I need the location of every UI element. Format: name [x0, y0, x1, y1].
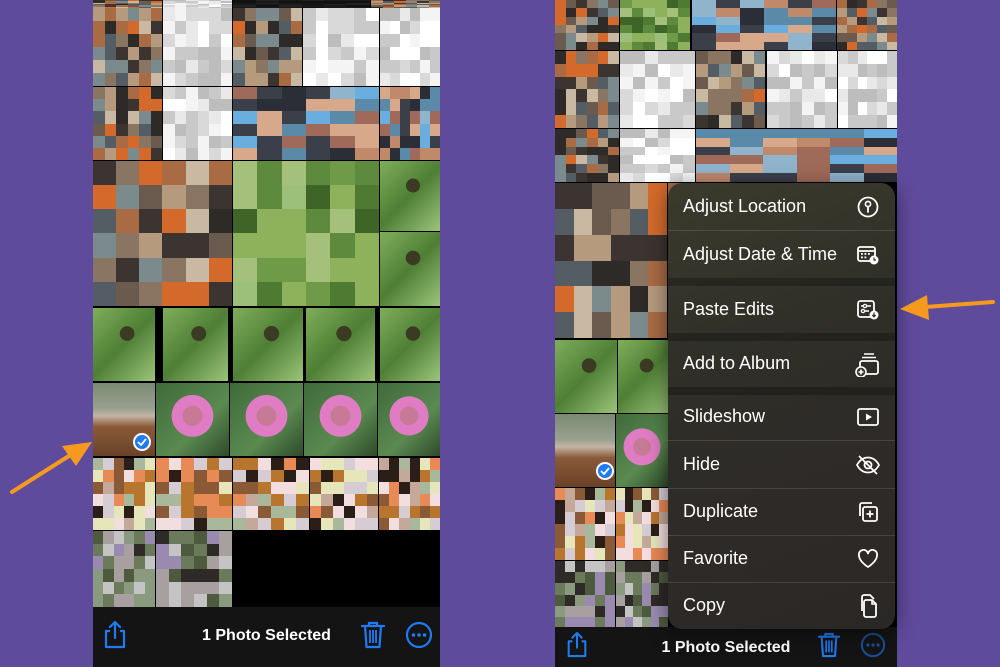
eye-slash-icon — [855, 452, 881, 478]
photo-thumbnail[interactable] — [555, 488, 615, 560]
photo-thumbnail[interactable] — [555, 51, 619, 128]
photo-thumbnail[interactable] — [93, 8, 162, 86]
photo-thumbnail[interactable] — [555, 0, 619, 50]
menu-section-separator — [668, 278, 895, 286]
photo-thumbnail[interactable] — [304, 383, 377, 456]
duplicate-icon — [855, 499, 881, 525]
photo-thumbnail[interactable] — [380, 161, 440, 231]
menu-item-label: Favorite — [683, 548, 749, 568]
selection-toolbar: 1 Photo Selected — [555, 627, 897, 667]
photo-thumbnail[interactable] — [696, 129, 897, 182]
photo-thumbnail[interactable] — [378, 383, 440, 456]
photo-thumbnail[interactable] — [767, 51, 837, 128]
photo-thumbnail[interactable] — [692, 0, 836, 50]
calendar-clock-icon — [855, 242, 881, 268]
menu-item-copy[interactable]: Copy — [668, 582, 895, 629]
photo-thumbnail[interactable] — [163, 87, 232, 160]
menu-item-label: Add to Album — [683, 353, 791, 373]
delete-button[interactable] — [357, 619, 389, 651]
menu-item-slideshow[interactable]: Slideshow — [668, 393, 895, 440]
menu-item-hide[interactable]: Hide — [668, 441, 895, 488]
add-to-album-icon — [855, 351, 881, 377]
photo-thumbnail[interactable] — [303, 8, 379, 86]
copy-icon — [855, 593, 881, 619]
annotation-arrow-selected-photo — [10, 442, 92, 494]
photo-thumbnail[interactable] — [555, 183, 667, 338]
photo-thumbnail[interactable] — [555, 129, 619, 182]
photo-thumbnail[interactable] — [233, 308, 303, 381]
photo-thumbnail[interactable] — [163, 8, 232, 86]
menu-item-label: Slideshow — [683, 406, 766, 426]
more-button[interactable] — [857, 629, 889, 661]
photo-thumbnail[interactable] — [616, 561, 668, 628]
photo-thumbnail[interactable] — [93, 87, 162, 160]
menu-item-label: Duplicate — [683, 501, 759, 521]
paste-edits-icon — [855, 297, 881, 323]
photo-thumbnail[interactable] — [156, 458, 232, 530]
photo-thumbnail[interactable] — [555, 340, 617, 413]
photo-thumbnail[interactable] — [93, 161, 232, 306]
photo-thumbnail[interactable] — [380, 232, 440, 306]
photo-thumbnail[interactable] — [233, 8, 302, 86]
photo-thumbnail[interactable] — [380, 87, 440, 160]
photo-thumbnail[interactable] — [696, 51, 765, 128]
photo-thumbnail[interactable] — [306, 308, 375, 381]
photo-thumbnail[interactable] — [618, 340, 670, 413]
menu-item-duplicate[interactable]: Duplicate — [668, 488, 895, 535]
menu-item-adjust-location[interactable]: Adjust Location — [668, 183, 895, 230]
photo-thumbnail[interactable] — [310, 458, 378, 530]
selected-checkmark-icon — [596, 462, 614, 480]
selection-count-title: 1 Photo Selected — [661, 639, 791, 656]
menu-item-label: Paste Edits — [683, 299, 775, 319]
left-phone-screen: 1 Photo Selected — [93, 0, 440, 667]
photo-thumbnail[interactable] — [555, 561, 615, 628]
photo-thumbnail[interactable] — [380, 8, 440, 86]
photo-thumbnail[interactable] — [93, 308, 155, 381]
menu-item-favorite[interactable]: Favorite — [668, 535, 895, 582]
photo-thumbnail[interactable] — [620, 0, 690, 50]
more-button[interactable] — [403, 619, 435, 651]
photo-thumbnail[interactable] — [93, 458, 155, 530]
delete-button[interactable] — [813, 629, 845, 661]
ellipsis-circle-icon — [860, 632, 886, 658]
selection-toolbar: 1 Photo Selected — [93, 607, 440, 667]
menu-item-label: Copy — [683, 595, 726, 615]
context-menu: Adjust Location Adjust Date & Time Paste… — [668, 183, 895, 629]
heart-icon — [855, 546, 881, 572]
photo-thumbnail[interactable] — [93, 531, 155, 607]
trash-icon — [360, 621, 386, 649]
selected-checkmark-icon — [133, 433, 151, 451]
photo-thumbnail[interactable] — [233, 161, 379, 306]
photo-thumbnail[interactable] — [620, 51, 695, 128]
menu-item-adjust-date-time[interactable]: Adjust Date & Time — [668, 231, 895, 278]
photo-thumbnail[interactable] — [379, 458, 440, 530]
photo-thumbnail[interactable] — [616, 414, 668, 487]
location-pin-circle-icon — [855, 194, 881, 220]
annotation-arrow-paste-edits — [900, 295, 995, 320]
ellipsis-circle-icon — [405, 621, 433, 649]
photo-thumbnail[interactable] — [156, 383, 229, 456]
menu-item-label: Adjust Date & Time — [683, 244, 838, 264]
photo-thumbnail[interactable] — [230, 383, 303, 456]
photo-thumbnail[interactable] — [163, 0, 232, 8]
photo-thumbnail[interactable] — [233, 0, 370, 8]
photo-thumbnail[interactable] — [616, 488, 668, 560]
photo-thumbnail[interactable] — [233, 87, 379, 160]
menu-item-add-to-album[interactable]: Add to Album — [668, 340, 895, 387]
photo-thumbnail[interactable] — [163, 308, 228, 381]
photo-thumbnail[interactable] — [838, 51, 897, 128]
photo-thumbnail[interactable] — [371, 0, 440, 8]
photo-thumbnail[interactable] — [233, 458, 309, 530]
photo-thumbnail[interactable] — [156, 531, 232, 607]
photo-thumbnail[interactable] — [837, 0, 897, 50]
photo-thumbnail[interactable] — [620, 129, 695, 182]
photo-thumbnail[interactable] — [380, 308, 440, 381]
trash-icon — [817, 632, 841, 658]
play-rectangle-icon — [855, 404, 881, 430]
menu-item-paste-edits[interactable]: Paste Edits — [668, 286, 895, 333]
menu-item-label: Hide — [683, 454, 721, 474]
photo-thumbnail[interactable] — [93, 0, 162, 8]
menu-item-label: Adjust Location — [683, 196, 807, 216]
